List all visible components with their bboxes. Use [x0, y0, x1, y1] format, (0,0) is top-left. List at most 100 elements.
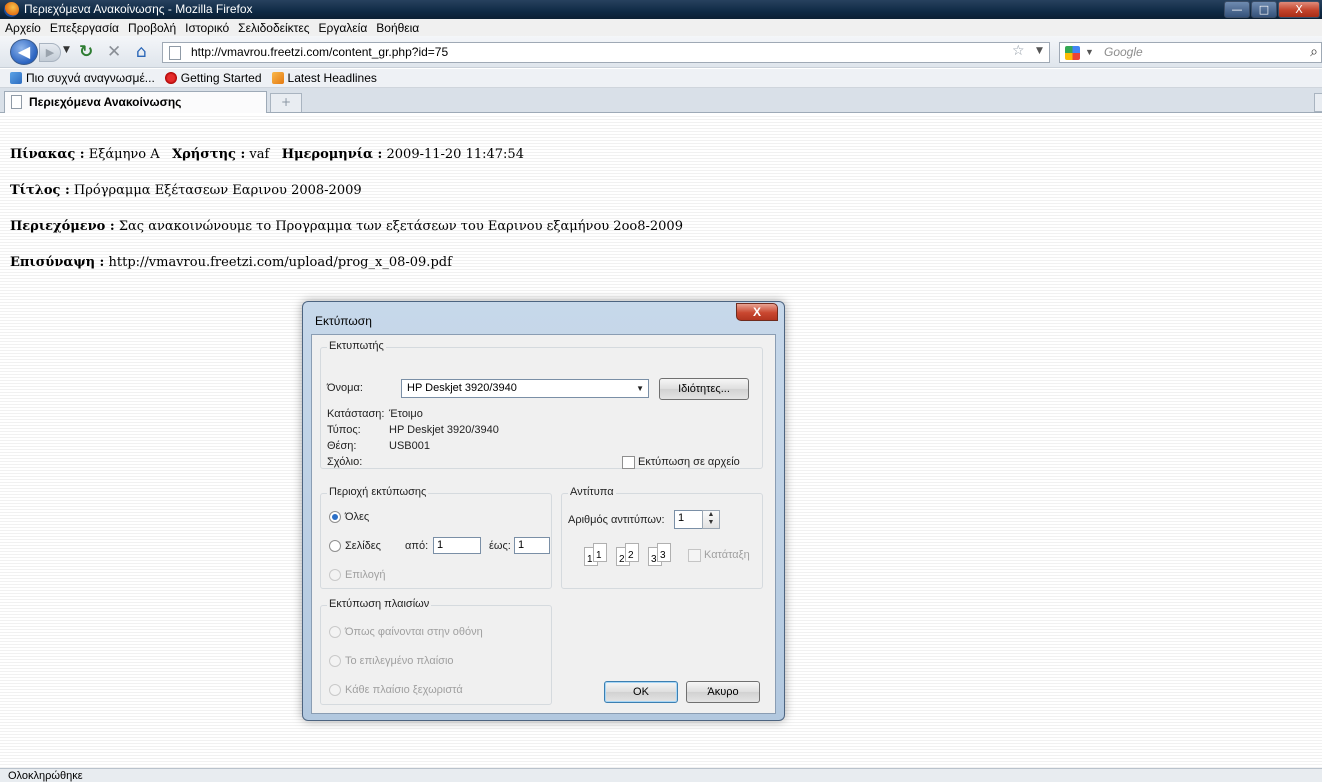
window-close-button[interactable]: X [1278, 1, 1320, 18]
menu-file[interactable]: Αρχείο [5, 21, 41, 35]
url-dropdown-icon[interactable]: ▼ [1036, 46, 1043, 56]
name-label: Όνομα: [327, 382, 363, 394]
home-icon[interactable]: ⌂ [136, 43, 147, 61]
status-label: Κατάσταση: [327, 408, 385, 420]
stop-icon[interactable]: ✕ [107, 43, 121, 61]
menu-history[interactable]: Ιστορικό [185, 21, 229, 35]
range-all-label[interactable]: Όλες [345, 511, 369, 523]
from-input[interactable]: 1 [433, 537, 481, 554]
attachment-value: http://vmavrou.freetzi.com/upload/prog_x… [108, 255, 452, 270]
bookmarks-toolbar: Πιο συχνά αναγνωσμέ... Getting Started L… [0, 69, 1322, 88]
frames-as-screen-label[interactable]: Όπως φαίνονται στην οθόνη [345, 626, 483, 638]
reload-icon[interactable]: ↻ [79, 43, 93, 61]
menu-bar: Αρχείο Επεξεργασία Προβολή Ιστορικό Σελι… [0, 19, 1322, 36]
arrow-right-icon: ▶ [45, 46, 55, 59]
bookmark-latest-headlines[interactable]: Latest Headlines [271, 71, 377, 85]
copies-input[interactable]: 1 [674, 510, 704, 529]
page-icon [169, 46, 181, 60]
range-selection-radio[interactable] [329, 569, 341, 581]
menu-help[interactable]: Βοήθεια [376, 21, 419, 35]
history-dropdown-icon[interactable]: ▼ [63, 45, 70, 55]
search-box[interactable]: ▼ Google ⌕ [1059, 42, 1322, 63]
date-label: Ημερομηνία : [281, 147, 383, 162]
title-label: Τίτλος : [10, 183, 70, 198]
location-value: USB001 [389, 440, 430, 452]
menu-edit[interactable]: Επεξεργασία [50, 21, 119, 35]
date-value: 2009-11-20 11:47:54 [386, 147, 524, 162]
frames-as-screen-radio[interactable] [329, 626, 341, 638]
menu-view[interactable]: Προβολή [128, 21, 176, 35]
print-frames-group: Εκτύπωση πλαισίων Όπως φαίνονται στην οθ… [320, 598, 552, 705]
new-tab-button[interactable]: + [270, 93, 302, 112]
tab-strip: Περιεχόμενα Ανακοίνωσης + [0, 88, 1322, 113]
attachment-line: Επισύναψη : http://vmavrou.freetzi.com/u… [10, 255, 452, 270]
frames-selected-radio[interactable] [329, 655, 341, 667]
dialog-close-button[interactable]: X [736, 303, 778, 321]
collate-checkbox[interactable] [688, 549, 701, 562]
board-value: Εξάμηνο Α [88, 147, 160, 162]
collate-label[interactable]: Κατάταξη [704, 549, 750, 561]
page-icon [11, 95, 22, 109]
user-label: Χρήστης : [172, 147, 246, 162]
forward-button[interactable]: ▶ [39, 43, 61, 62]
page-sheet-icon: 1 [593, 543, 607, 562]
range-all-radio[interactable] [329, 511, 341, 523]
content-label: Περιεχόμενο : [10, 219, 115, 234]
search-engine-icon[interactable] [1065, 46, 1080, 60]
window-controls: — □ X [1223, 1, 1320, 18]
url-bar[interactable]: http://vmavrou.freetzi.com/content_gr.ph… [162, 42, 1050, 63]
page-sheet-icon: 2 [625, 543, 639, 562]
status-text: Ολοκληρώθηκε [8, 770, 83, 782]
frames-each-label[interactable]: Κάθε πλαίσιο ξεχωριστά [345, 684, 463, 696]
bookmark-getting-started[interactable]: Getting Started [164, 71, 262, 85]
copies-group-label: Αντίτυπα [568, 486, 616, 498]
copies-spinner[interactable]: ▲ ▼ [702, 510, 720, 529]
ok-button[interactable]: OK [604, 681, 678, 703]
board-label: Πίνακας : [10, 147, 85, 162]
printer-group: Εκτυπωτής Όνομα: HP Deskjet 3920/3940 ▼ … [320, 340, 763, 469]
maximize-button[interactable]: □ [1251, 1, 1277, 18]
frames-each-radio[interactable] [329, 684, 341, 696]
print-range-group: Περιοχή εκτύπωσης Όλες Σελίδες από: 1 έω… [320, 486, 552, 589]
spin-down-icon[interactable]: ▼ [708, 519, 715, 526]
search-icon[interactable]: ⌕ [1310, 43, 1318, 60]
print-range-label: Περιοχή εκτύπωσης [327, 486, 429, 498]
chevron-down-icon: ▼ [636, 384, 644, 393]
printer-select[interactable]: HP Deskjet 3920/3940 ▼ [401, 379, 649, 398]
status-bar: Ολοκληρώθηκε [0, 768, 1322, 782]
tab-current[interactable]: Περιεχόμενα Ανακοίνωσης [4, 91, 267, 113]
spin-up-icon[interactable]: ▲ [708, 511, 715, 518]
url-text: http://vmavrou.freetzi.com/content_gr.ph… [191, 45, 449, 59]
comment-label: Σχόλιο: [327, 456, 363, 468]
frames-selected-label[interactable]: Το επιλεγμένο πλαίσιο [345, 655, 454, 667]
folder-icon [10, 72, 22, 84]
minimize-button[interactable]: — [1224, 1, 1250, 18]
properties-button[interactable]: Ιδιότητες... [659, 378, 749, 400]
range-pages-label[interactable]: Σελίδες [345, 540, 381, 552]
menu-tools[interactable]: Εργαλεία [319, 21, 368, 35]
copies-label: Αριθμός αντιτύπων: [568, 514, 665, 526]
tab-list-button[interactable] [1314, 93, 1322, 112]
location-label: Θέση: [327, 440, 357, 452]
print-to-file-checkbox[interactable] [622, 456, 635, 469]
bookmark-star-icon[interactable]: ☆ [1012, 43, 1025, 59]
range-pages-radio[interactable] [329, 540, 341, 552]
to-input[interactable]: 1 [514, 537, 550, 554]
print-to-file-label[interactable]: Εκτύπωση σε αρχείο [638, 456, 740, 468]
cancel-button[interactable]: Άκυρο [686, 681, 760, 703]
dialog-title: Εκτύπωση [315, 314, 372, 328]
menu-bookmarks[interactable]: Σελιδοδείκτες [238, 21, 309, 35]
search-engine-dropdown-icon[interactable]: ▼ [1085, 47, 1094, 57]
printer-group-label: Εκτυπωτής [327, 340, 386, 352]
from-label: από: [405, 540, 429, 552]
content-line: Περιεχόμενο : Σας ανακοινώνουμε το Προγρ… [10, 219, 683, 234]
getting-started-icon [164, 72, 177, 84]
printer-select-value: HP Deskjet 3920/3940 [407, 382, 517, 394]
bookmark-most-visited[interactable]: Πιο συχνά αναγνωσμέ... [10, 71, 155, 85]
content-value: Σας ανακοινώνουμε το Προγραμμα των εξετά… [118, 219, 683, 234]
back-button[interactable]: ◀ [10, 39, 38, 65]
page-sheet-icon: 3 [657, 543, 671, 562]
range-selection-label[interactable]: Επιλογή [345, 569, 385, 581]
print-dialog: Εκτύπωση X Εκτυπωτής Όνομα: HP Deskjet 3… [302, 301, 785, 721]
print-frames-label: Εκτύπωση πλαισίων [327, 598, 432, 610]
